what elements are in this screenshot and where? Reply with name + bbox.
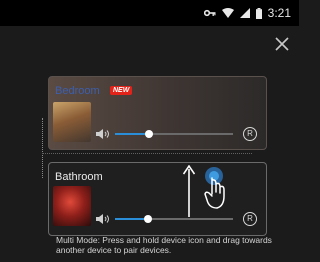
album-art [53,186,91,226]
hand-tap-icon [204,167,225,209]
volume-knob[interactable] [145,130,154,138]
arrow-up-icon [183,165,195,217]
volume-slider[interactable] [115,130,233,138]
album-art [53,102,91,142]
role-button[interactable]: R [243,127,257,141]
room-name: Bedroom [55,85,100,97]
volume-knob[interactable] [144,215,153,223]
room-name: Bathroom [55,171,103,183]
multi-mode-hint: Multi Mode: Press and hold device icon a… [56,235,272,255]
battery-icon [255,7,262,19]
wifi-icon [221,8,234,18]
new-badge: NEW [110,86,133,95]
role-button[interactable]: R [243,212,257,226]
close-icon[interactable] [274,36,290,52]
cell-signal-icon [239,8,250,18]
vpn-key-icon [203,9,216,17]
volume-slider[interactable] [115,215,233,223]
volume-fill [115,133,150,135]
room-card-bedroom[interactable]: Bedroom NEW R [48,76,267,150]
speaker-icon [96,214,109,224]
speaker-icon [96,129,109,139]
clock: 3:21 [267,6,291,20]
divider [42,153,252,154]
status-bar: 3:21 [0,0,299,26]
